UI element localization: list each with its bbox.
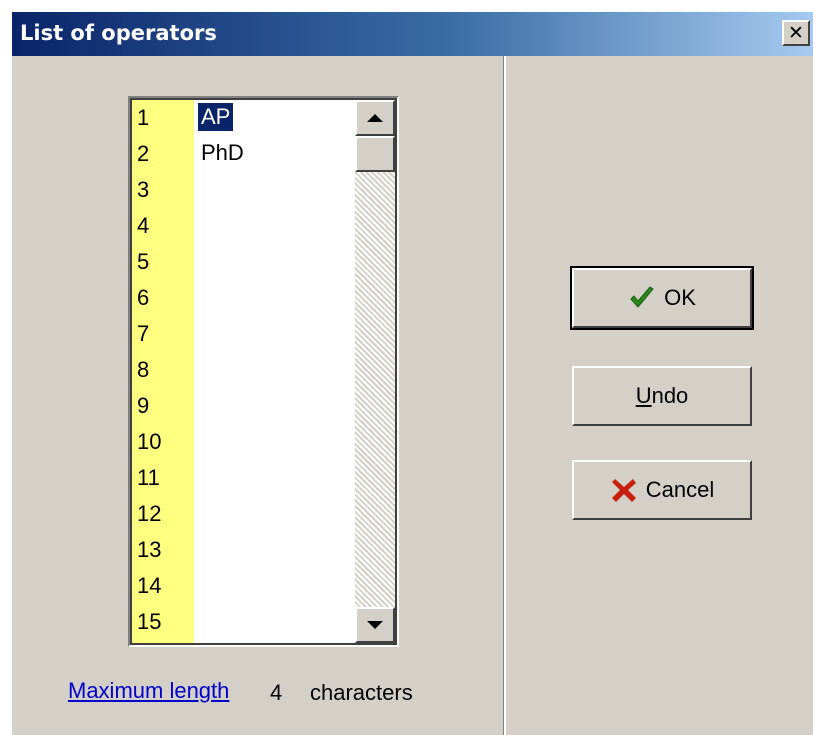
maximum-length-link[interactable]: Maximum length [68,676,229,706]
list-item[interactable]: 10 [132,424,352,460]
undo-button-label: Undo [636,383,689,409]
ok-button[interactable]: OK [570,266,754,330]
list-item[interactable]: 9 [132,388,352,424]
row-number: 13 [137,537,162,562]
list-item[interactable]: 15 [132,604,352,640]
scroll-down-button[interactable] [355,607,395,643]
row-value[interactable]: AP [198,103,234,131]
row-value[interactable]: PhD [198,139,247,167]
arrow-up-icon [367,114,383,122]
list-item[interactable]: 14 [132,568,352,604]
vertical-scrollbar[interactable] [355,100,395,643]
row-number: 11 [137,465,160,490]
cancel-button-label: Cancel [645,477,715,502]
window-title: List of operators [20,21,217,45]
row-number: 3 [137,177,150,202]
list-item[interactable]: 3 [132,172,352,208]
operators-list-viewport: 1 AP 2 PhD 3 4 5 6 7 8 9 10 11 12 13 14 15 [132,100,395,643]
list-item[interactable]: 7 [132,316,352,352]
row-number: 5 [137,249,150,274]
undo-mnemonic: U [635,383,652,408]
undo-button[interactable]: Undo [572,366,752,426]
maximum-length-unit: characters [310,680,413,705]
title-bar[interactable]: List of operators ✕ [12,12,813,56]
arrow-down-icon [367,621,383,629]
list-item[interactable]: 11 [132,460,352,496]
list-item[interactable]: 8 [132,352,352,388]
row-number: 6 [137,285,150,310]
scroll-up-button[interactable] [355,100,395,136]
list-item[interactable]: 5 [132,244,352,280]
maximum-length-value: 4 [270,680,283,705]
list-item[interactable]: 4 [132,208,352,244]
list-item[interactable]: 13 [132,532,352,568]
row-number: 8 [137,357,150,382]
row-number: 14 [137,573,162,598]
scroll-thumb[interactable] [355,136,395,172]
row-number: 1 [137,105,150,130]
list-item[interactable]: 1 AP [132,100,352,136]
row-number: 12 [137,501,162,526]
x-icon [611,479,636,502]
panel-divider [503,56,506,735]
row-number: 10 [137,429,162,454]
list-item[interactable]: 2 PhD [132,136,352,172]
ok-button-label: OK [664,285,696,310]
row-number: 4 [137,213,150,238]
row-number: 7 [137,321,150,346]
operators-list[interactable]: 1 AP 2 PhD 3 4 5 6 7 8 9 10 11 12 13 14 15 [128,96,399,647]
cancel-button[interactable]: Cancel [572,460,752,520]
row-number: 15 [137,609,162,634]
list-item[interactable]: 12 [132,496,352,532]
close-button[interactable]: ✕ [782,20,810,46]
check-icon [630,286,654,308]
row-number: 2 [137,141,150,166]
list-item[interactable]: 6 [132,280,352,316]
close-icon: ✕ [788,22,804,44]
dialog-window: List of operators ✕ 1 AP 2 PhD 3 4 5 6 7 8 9 10 11 12… [12,12,813,735]
undo-label-rest: ndo [651,383,689,408]
row-number: 9 [137,393,150,418]
